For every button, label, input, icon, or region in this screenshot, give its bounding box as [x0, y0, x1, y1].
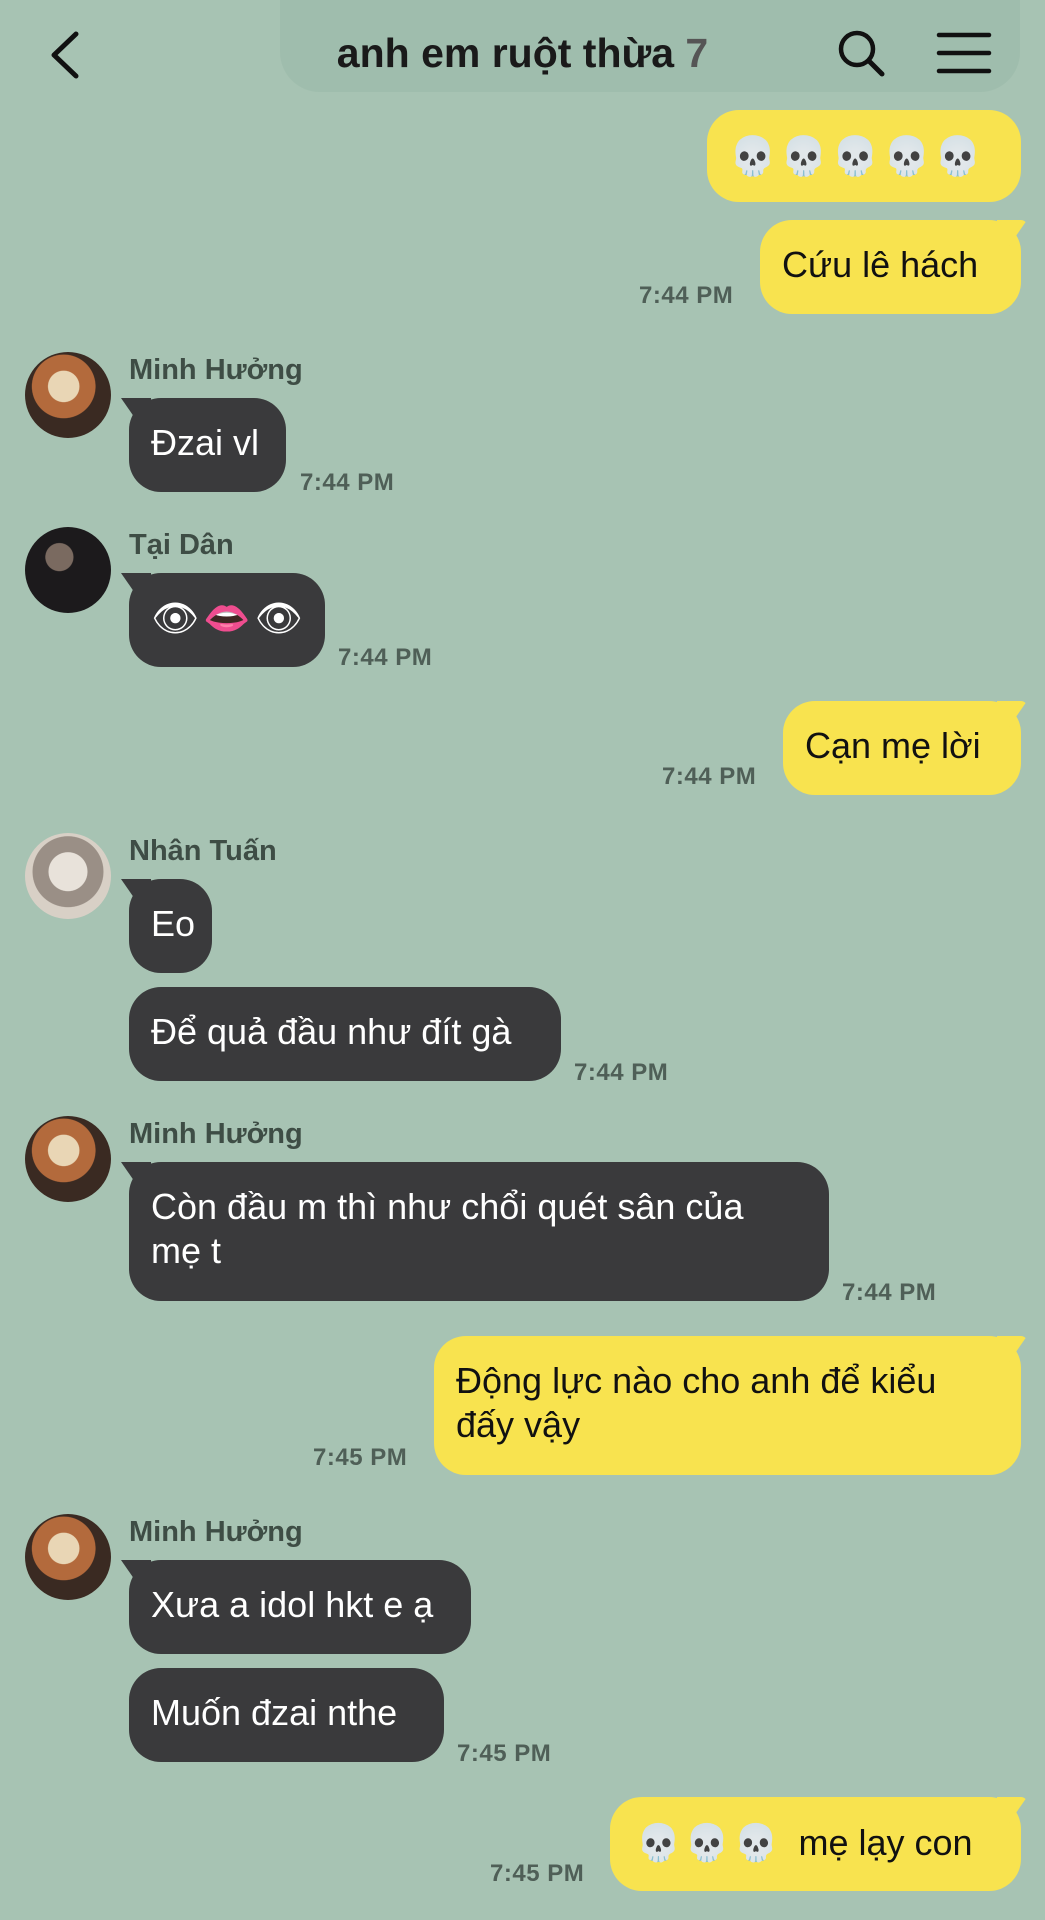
- message-text-line: mẹ t: [151, 1230, 222, 1271]
- message-bubble[interactable]: Để quả đầu như đít gà: [129, 987, 561, 1081]
- message-time: 7:44 PM: [639, 282, 734, 309]
- message-bubble[interactable]: Cứu lê hách: [760, 220, 1021, 314]
- search-icon[interactable]: [836, 28, 886, 78]
- message-text: Eo: [151, 903, 196, 944]
- chat-title: anh em ruột thừa 7: [0, 30, 1045, 77]
- skull-icon: 💀💀💀: [636, 1823, 783, 1864]
- sender-name: Minh Hưởng: [129, 1118, 303, 1150]
- avatar[interactable]: [25, 527, 111, 613]
- sender-name: Minh Hưởng: [129, 354, 303, 386]
- message-time: 7:45 PM: [490, 1860, 585, 1887]
- message-text: Đzai vl: [151, 422, 260, 463]
- avatar[interactable]: [25, 352, 111, 438]
- message-text-line: Động lực nào cho anh để kiểu: [456, 1360, 937, 1401]
- room-name: anh em ruột thừa: [336, 30, 674, 76]
- message-time: 7:44 PM: [842, 1279, 937, 1306]
- message-text-line: đấy vậy: [456, 1404, 581, 1445]
- message-time: 7:44 PM: [662, 763, 757, 790]
- sender-name: Nhân Tuấn: [129, 835, 277, 867]
- chat-header: anh em ruột thừa 7: [0, 0, 1045, 110]
- skull-emoji-row: 💀💀💀💀💀: [729, 134, 986, 178]
- avatar[interactable]: [25, 1116, 111, 1202]
- message-time: 7:44 PM: [338, 644, 433, 671]
- menu-icon[interactable]: [936, 30, 992, 76]
- message-bubble[interactable]: Cạn mẹ lời: [783, 701, 1021, 795]
- message-bubble[interactable]: Đzai vl: [129, 398, 286, 492]
- message-text: mẹ lạy con: [798, 1822, 973, 1863]
- message-text: Để quả đầu như đít gà: [151, 1011, 512, 1052]
- sender-name: Tại Dân: [129, 529, 234, 561]
- message-bubble[interactable]: 💀💀💀 mẹ lạy con: [610, 1797, 1021, 1891]
- message-time: 7:45 PM: [457, 1740, 552, 1767]
- message-bubble[interactable]: 👁👄👁: [129, 573, 325, 667]
- sender-name: Minh Hưởng: [129, 1516, 303, 1548]
- message-text: Muốn đzai nthe: [151, 1692, 398, 1733]
- message-time: 7:44 PM: [300, 469, 395, 496]
- message-bubble[interactable]: Xưa a idol hkt e ạ: [129, 1560, 471, 1654]
- message-text: Xưa a idol hkt e ạ: [151, 1584, 434, 1625]
- message-time: 7:44 PM: [574, 1059, 669, 1086]
- message-text: Cứu lê hách: [782, 244, 979, 285]
- message-bubble[interactable]: Muốn đzai nthe: [129, 1668, 444, 1762]
- message-time: 7:45 PM: [313, 1444, 408, 1471]
- message-bubble[interactable]: Eo: [129, 879, 212, 973]
- message-text-line: Còn đầu m thì như chổi quét sân của: [151, 1186, 744, 1227]
- message-bubble[interactable]: 💀💀💀💀💀: [707, 110, 1021, 202]
- message-bubble[interactable]: Còn đầu m thì như chổi quét sân của mẹ t: [129, 1162, 829, 1301]
- avatar[interactable]: [25, 833, 111, 919]
- eyes-lips-emoji: 👁👄👁: [151, 596, 307, 640]
- avatar[interactable]: [25, 1514, 111, 1600]
- message-bubble[interactable]: Động lực nào cho anh để kiểu đấy vậy: [434, 1336, 1021, 1475]
- message-text: Cạn mẹ lời: [805, 725, 981, 766]
- member-count: 7: [685, 30, 709, 76]
